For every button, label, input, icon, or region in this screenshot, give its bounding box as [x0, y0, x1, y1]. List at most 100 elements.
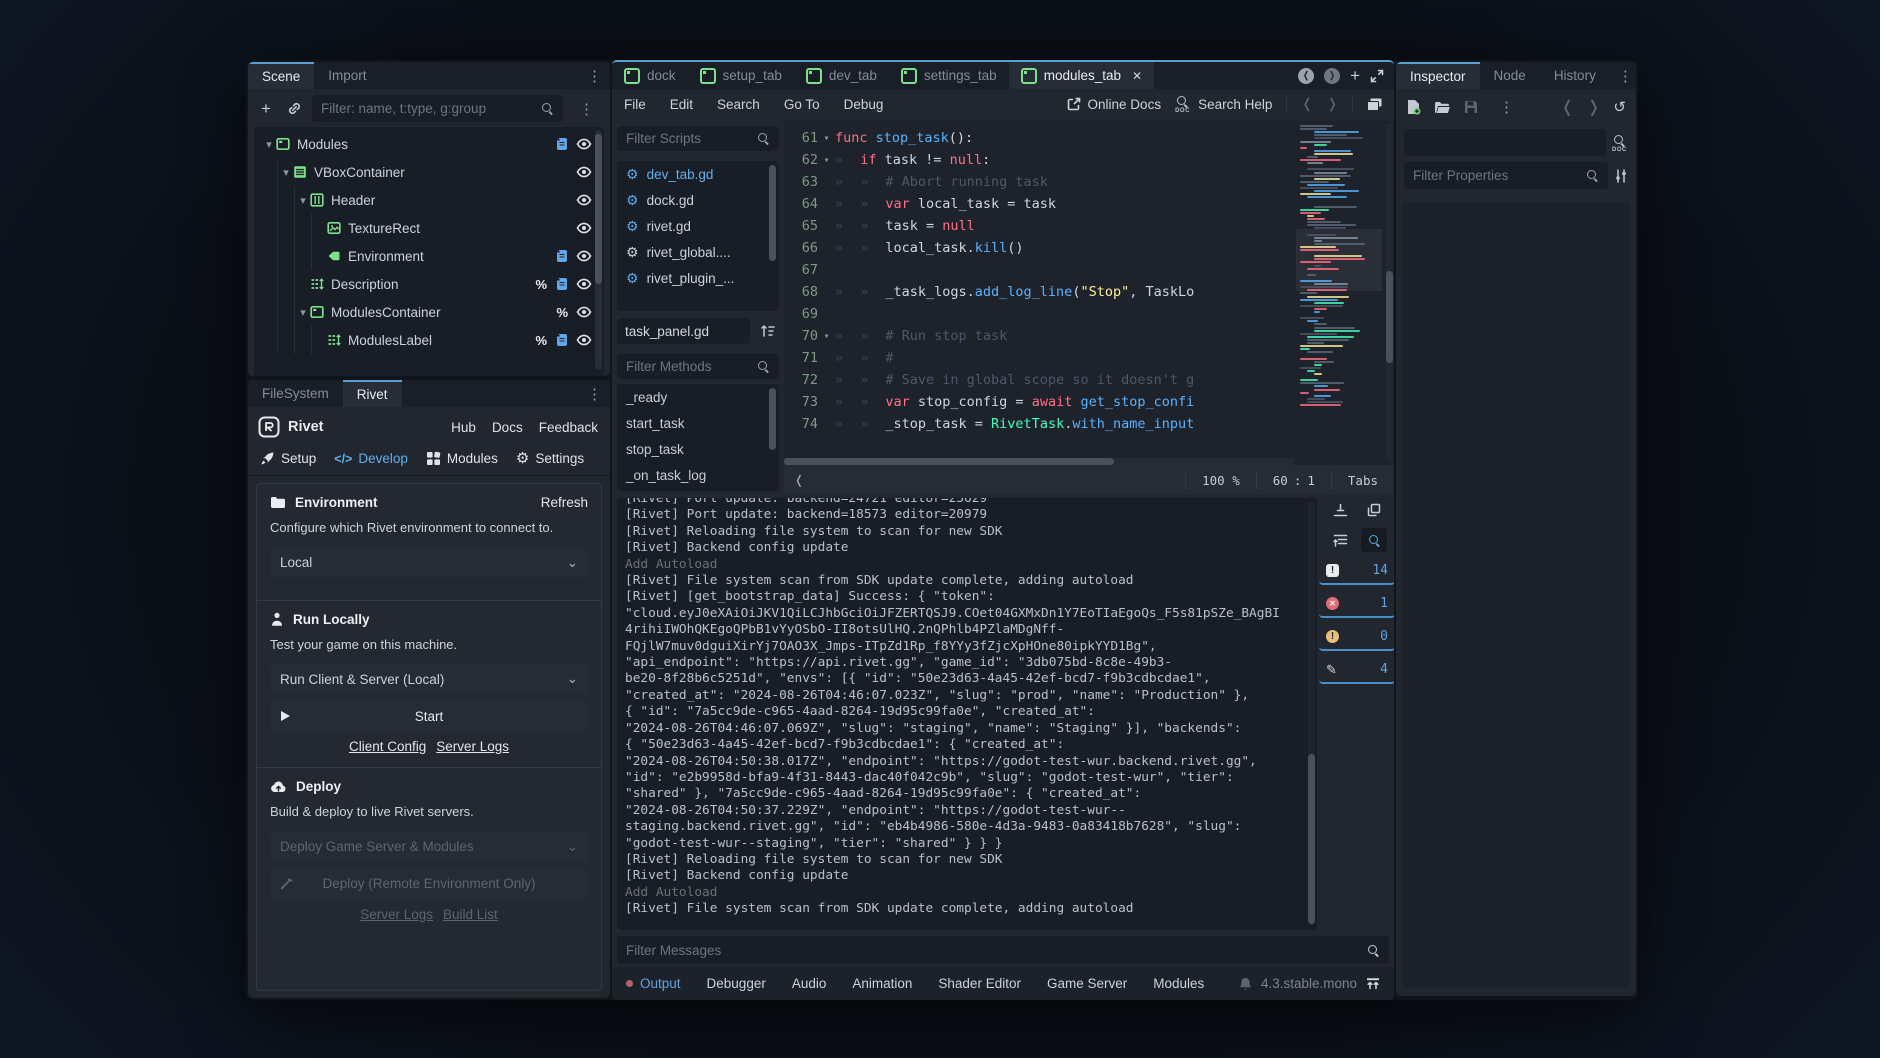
- visibility-eye-icon[interactable]: [576, 166, 592, 178]
- line-number[interactable]: 65: [784, 218, 818, 234]
- tab-forward-icon[interactable]: ❭: [1324, 68, 1340, 84]
- line-number[interactable]: 70: [784, 328, 818, 344]
- expand-bottom-panel-icon[interactable]: [1366, 978, 1380, 990]
- scene-filter-input[interactable]: Filter: name, t:type, g:group: [312, 95, 563, 122]
- zoom-level[interactable]: 100 %: [1186, 473, 1256, 488]
- menu-search[interactable]: Search: [717, 97, 760, 112]
- tab-node[interactable]: Node: [1480, 62, 1540, 89]
- deploy-button[interactable]: Deploy (Remote Environment Only): [270, 869, 588, 899]
- search-output-icon[interactable]: [1361, 528, 1387, 552]
- tab-scene[interactable]: Scene: [248, 62, 314, 89]
- collapse-duplicates-icon[interactable]: [1327, 528, 1353, 552]
- instance-link-icon[interactable]: [284, 99, 304, 119]
- copy-output-icon[interactable]: [1361, 498, 1387, 522]
- inspector-forward-icon[interactable]: ❭: [1587, 97, 1600, 117]
- bottom-tab-animation[interactable]: Animation: [852, 976, 912, 991]
- scene-tree-row[interactable]: TextureRect: [254, 214, 604, 242]
- bottom-tab-debugger[interactable]: Debugger: [707, 976, 766, 991]
- current-script-field[interactable]: task_panel.gd: [617, 318, 750, 344]
- fold-arrow-icon[interactable]: ▾: [818, 133, 835, 144]
- script-badge-icon[interactable]: [555, 249, 568, 263]
- rivet-link-docs[interactable]: Docs: [492, 420, 523, 435]
- scene-tree-menu-icon[interactable]: ⋮: [571, 100, 602, 118]
- panel-layout-icon[interactable]: [1367, 98, 1382, 111]
- visibility-eye-icon[interactable]: [576, 334, 592, 346]
- filter-messages-input[interactable]: Filter Messages: [617, 936, 1389, 964]
- script-tab-setup_tab[interactable]: setup_tab: [688, 62, 794, 89]
- expand-editor-icon[interactable]: [1370, 69, 1384, 83]
- script-item-rivet_global....[interactable]: ⚙rivet_global....: [617, 239, 779, 265]
- output-scrollbar[interactable]: [1308, 502, 1315, 926]
- filter-methods-input[interactable]: Filter Methods: [617, 354, 779, 379]
- build-list-link[interactable]: Build List: [443, 907, 498, 922]
- fold-arrow-icon[interactable]: ▾: [262, 138, 276, 151]
- scene-tree-scrollbar[interactable]: [595, 130, 602, 370]
- script-badge-icon[interactable]: [555, 333, 568, 347]
- scene-tree-row[interactable]: ▾VBoxContainer: [254, 158, 604, 186]
- clear-output-icon[interactable]: [1327, 498, 1353, 522]
- code-editor[interactable]: 61▾func stop_task():62▾»if task != null:…: [784, 121, 1394, 465]
- visibility-eye-icon[interactable]: [576, 138, 592, 150]
- visibility-eye-icon[interactable]: [576, 306, 592, 318]
- refresh-button[interactable]: Refresh: [541, 495, 588, 510]
- menu-debug[interactable]: Debug: [844, 97, 884, 112]
- method-item-stop_task[interactable]: stop_task: [617, 436, 779, 462]
- bottom-tab-shader-editor[interactable]: Shader Editor: [938, 976, 1021, 991]
- tab-back-icon[interactable]: ❬: [1298, 68, 1314, 84]
- tab-filesystem[interactable]: FileSystem: [248, 380, 343, 407]
- run-mode-select[interactable]: Run Client & Server (Local) ⌄: [270, 664, 588, 694]
- method-item-_ready[interactable]: _ready: [617, 384, 779, 410]
- fold-arrow-icon[interactable]: ▾: [818, 155, 835, 166]
- filter-toggle-error-badge[interactable]: ✕1: [1319, 591, 1394, 618]
- start-button[interactable]: Start: [270, 701, 588, 731]
- rivet-link-feedback[interactable]: Feedback: [539, 420, 598, 435]
- rivet-nav-settings[interactable]: ⚙Settings: [516, 451, 584, 466]
- bottom-tab-output[interactable]: Output: [626, 976, 681, 991]
- line-number[interactable]: 62: [784, 152, 818, 168]
- environment-select[interactable]: Local ⌄: [270, 548, 588, 578]
- scripts-panel-toggle-icon[interactable]: ❬: [784, 473, 804, 487]
- filter-toggle-edit-badge[interactable]: ✎4: [1319, 657, 1394, 684]
- script-tab-dev_tab[interactable]: dev_tab: [794, 62, 889, 89]
- online-docs-button[interactable]: Online Docs: [1067, 97, 1162, 112]
- inspector-back-icon[interactable]: ❬: [1561, 97, 1574, 117]
- script-item-rivet.gd[interactable]: ⚙rivet.gd: [617, 213, 779, 239]
- history-back-icon[interactable]: ❬: [1301, 96, 1312, 112]
- code-scrollbar[interactable]: [1386, 123, 1393, 461]
- load-resource-icon[interactable]: [1434, 101, 1451, 114]
- filter-toggle-message-badge[interactable]: !14: [1319, 558, 1394, 585]
- tab-rivet[interactable]: Rivet: [343, 380, 402, 407]
- method-item-_on_task_log[interactable]: _on_task_log: [617, 462, 779, 488]
- line-number[interactable]: 61: [784, 130, 818, 146]
- fold-arrow-icon[interactable]: ▾: [296, 194, 310, 207]
- menu-edit[interactable]: Edit: [670, 97, 693, 112]
- line-number[interactable]: 72: [784, 372, 818, 388]
- line-number[interactable]: 74: [784, 416, 818, 432]
- filter-properties-input[interactable]: Filter Properties: [1404, 162, 1608, 189]
- open-docs-icon[interactable]: DOC: [1612, 135, 1628, 151]
- rivet-nav-setup[interactable]: Setup: [260, 451, 316, 466]
- resource-name-field[interactable]: [1404, 129, 1606, 156]
- scene-tree-row[interactable]: ▾Header: [254, 186, 604, 214]
- method-item-start_task[interactable]: start_task: [617, 410, 779, 436]
- add-node-icon[interactable]: +: [256, 99, 276, 119]
- rivet-nav-develop[interactable]: </>Develop: [334, 451, 408, 466]
- rivet-dock-menu-icon[interactable]: ⋮: [579, 380, 610, 407]
- object-history-icon[interactable]: ↺: [1613, 98, 1626, 116]
- unique-name-badge[interactable]: %: [535, 277, 547, 292]
- client-config-link[interactable]: Client Config: [349, 739, 426, 754]
- filter-scripts-input[interactable]: Filter Scripts: [617, 126, 779, 151]
- method-list-scrollbar[interactable]: [769, 388, 776, 488]
- inspector-menu-icon[interactable]: ⋮: [1610, 62, 1636, 89]
- line-number[interactable]: 66: [784, 240, 818, 256]
- fold-arrow-icon[interactable]: ▾: [296, 306, 310, 319]
- filter-toggle-warning-badge[interactable]: !0: [1319, 624, 1394, 651]
- unique-name-badge[interactable]: %: [535, 333, 547, 348]
- line-number[interactable]: 68: [784, 284, 818, 300]
- script-badge-icon[interactable]: [555, 137, 568, 151]
- new-resource-icon[interactable]: [1406, 99, 1421, 115]
- scene-tree-row[interactable]: Environment: [254, 242, 604, 270]
- script-item-dock.gd[interactable]: ⚙dock.gd: [617, 187, 779, 213]
- line-number[interactable]: 63: [784, 174, 818, 190]
- visibility-eye-icon[interactable]: [576, 278, 592, 290]
